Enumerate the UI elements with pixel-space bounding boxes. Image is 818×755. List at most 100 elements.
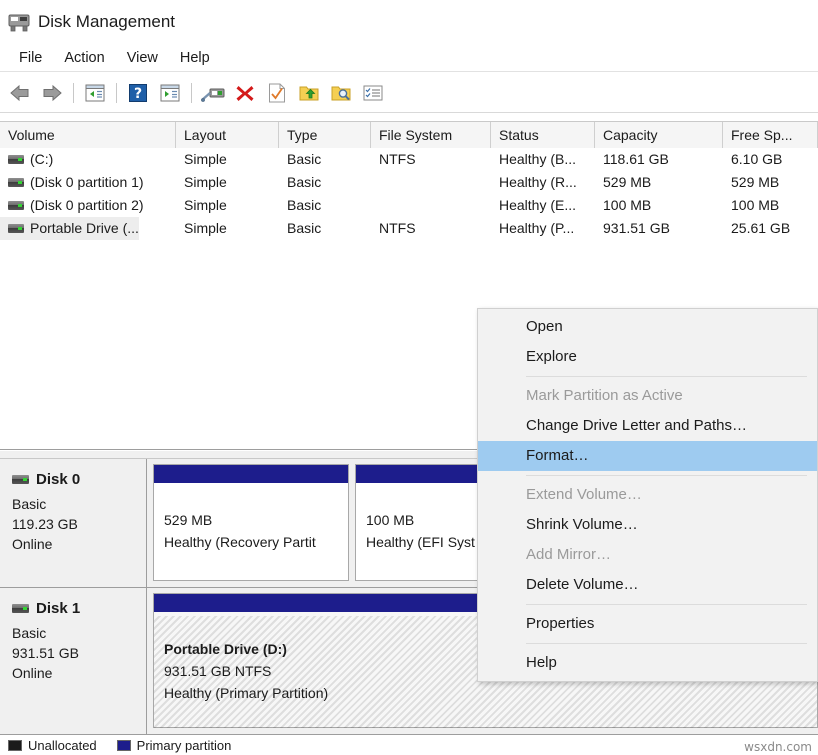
table-row[interactable]: Portable Drive (... Simple Basic NTFS Health… bbox=[0, 217, 818, 240]
column-header-status[interactable]: Status bbox=[491, 122, 595, 148]
disk-size-label: 119.23 GB bbox=[12, 516, 78, 532]
cell-free-space: 100 MB bbox=[731, 197, 780, 213]
show-hide-action-pane-icon[interactable] bbox=[155, 78, 185, 108]
menu-separator bbox=[526, 376, 807, 377]
disk-info-panel[interactable]: Disk 0 Basic 119.23 GB Online bbox=[0, 459, 147, 587]
menu-separator bbox=[526, 643, 807, 644]
cell-volume: (Disk 0 partition 2) bbox=[0, 194, 176, 217]
cell-file-system: NTFS bbox=[379, 220, 416, 236]
export-list-icon[interactable] bbox=[294, 78, 324, 108]
toolbar-separator bbox=[116, 82, 117, 103]
cell-status: Healthy (B... bbox=[499, 151, 577, 167]
cell-type: Basic bbox=[287, 174, 322, 190]
cell-layout: Simple bbox=[184, 220, 227, 236]
help-icon[interactable]: ? bbox=[123, 78, 153, 108]
column-header-volume[interactable]: Volume bbox=[0, 122, 176, 148]
cell-file-system bbox=[371, 194, 491, 217]
disk-management-window: APUALS Disk Management FileActionViewHel… bbox=[0, 0, 818, 755]
ctx-format[interactable]: Format… bbox=[478, 441, 817, 471]
ctx-add-mirror: Add Mirror… bbox=[526, 546, 612, 563]
show-hide-console-tree-icon[interactable] bbox=[80, 78, 110, 108]
cell-capacity: 118.61 GB bbox=[603, 151, 669, 167]
cell-status: Healthy (P... bbox=[499, 220, 575, 236]
list-view-icon[interactable] bbox=[358, 78, 388, 108]
partition-status: Healthy (Recovery Partit bbox=[164, 534, 316, 550]
cell-capacity: 100 MB bbox=[603, 197, 652, 213]
disk-view-legend: Unallocated Primary partition bbox=[0, 736, 818, 755]
title-bar: Disk Management bbox=[0, 0, 818, 44]
partition-block[interactable]: 529 MB Healthy (Recovery Partit bbox=[153, 464, 349, 581]
cell-type: Basic bbox=[287, 197, 322, 213]
ctx-delete-volume[interactable]: Delete Volume… bbox=[478, 570, 817, 600]
table-row[interactable]: (Disk 0 partition 2) Simple Basic Healthy (… bbox=[0, 194, 818, 217]
ctx-explore[interactable]: Explore bbox=[478, 342, 817, 372]
column-header-file-system[interactable]: File System bbox=[371, 122, 491, 148]
ctx-properties[interactable]: Properties bbox=[478, 609, 817, 639]
search-folder-icon[interactable] bbox=[326, 78, 356, 108]
disk-state-label: Online bbox=[12, 665, 53, 681]
disk-size-label: 931.51 GB bbox=[12, 645, 79, 661]
volume-list-header: Volume Layout Type File System Status Capacit… bbox=[0, 121, 818, 148]
window-title: Disk Management bbox=[38, 12, 176, 31]
cell-layout: Simple bbox=[184, 197, 227, 213]
cell-status: Healthy (E... bbox=[499, 197, 577, 213]
legend-swatch bbox=[8, 740, 22, 751]
volume-disk-icon bbox=[8, 201, 24, 210]
partition-color-bar bbox=[153, 464, 349, 483]
disk-icon bbox=[12, 475, 29, 484]
cell-type: Basic bbox=[287, 220, 322, 236]
partition-size: 529 MB bbox=[164, 512, 213, 528]
rescan-disks-icon[interactable] bbox=[198, 78, 228, 108]
menu-separator bbox=[526, 475, 807, 476]
svg-text:?: ? bbox=[134, 86, 142, 102]
ctx-open[interactable]: Open bbox=[478, 312, 817, 342]
disk-info-panel[interactable]: Disk 1 Basic 931.51 GB Online bbox=[0, 588, 147, 734]
ctx-shrink-volume[interactable]: Shrink Volume… bbox=[478, 510, 817, 540]
ctx-mark-partition-active: Mark Partition as Active bbox=[526, 387, 683, 404]
disk-name-label: Disk 0 bbox=[36, 471, 81, 488]
cell-capacity: 529 MB bbox=[603, 174, 652, 190]
cell-volume: (Disk 0 partition 1) bbox=[0, 171, 176, 194]
partition-details: 529 MB Healthy (Recovery Partit bbox=[154, 487, 348, 581]
volume-context-menu[interactable]: Open Explore Mark Partition as Active Chang… bbox=[477, 308, 818, 682]
cell-layout: Simple bbox=[184, 174, 227, 190]
site-watermark: wsxdn.com bbox=[744, 740, 812, 754]
menu-file[interactable]: File bbox=[8, 48, 53, 68]
ctx-change-drive-letter[interactable]: Change Drive Letter and Paths… bbox=[478, 411, 817, 441]
cell-status: Healthy (R... bbox=[499, 174, 577, 190]
forward-arrow-icon[interactable] bbox=[37, 78, 67, 108]
volume-name-cell: (Disk 0 partition 1) bbox=[0, 171, 144, 194]
properties-icon[interactable] bbox=[262, 78, 292, 108]
menu-action[interactable]: Action bbox=[53, 48, 115, 68]
disk-type-label: Basic bbox=[12, 496, 47, 512]
cell-file-system: NTFS bbox=[379, 151, 416, 167]
disk-type-label: Basic bbox=[12, 625, 47, 641]
column-header-type[interactable]: Type bbox=[279, 122, 371, 148]
volume-label: (Disk 0 partition 2) bbox=[30, 197, 144, 213]
column-header-capacity[interactable]: Capacity bbox=[595, 122, 723, 148]
column-header-free-sp[interactable]: Free Sp... bbox=[723, 122, 818, 148]
cell-volume: Portable Drive (... bbox=[0, 217, 176, 240]
table-row[interactable]: (C:) Simple Basic NTFS Healthy (B... 118.61 G… bbox=[0, 148, 818, 171]
ctx-extend-volume: Extend Volume… bbox=[526, 486, 642, 503]
column-header-layout[interactable]: Layout bbox=[176, 122, 279, 148]
disk-title: Disk 0 bbox=[12, 471, 146, 488]
menu-view[interactable]: View bbox=[116, 48, 169, 68]
menu-help[interactable]: Help bbox=[169, 48, 221, 68]
volume-name-cell: Portable Drive (... bbox=[0, 217, 139, 240]
volume-name-cell: (Disk 0 partition 2) bbox=[0, 194, 144, 217]
table-row[interactable]: (Disk 0 partition 1) Simple Basic Healthy (… bbox=[0, 171, 818, 194]
cell-free-space: 529 MB bbox=[731, 174, 780, 190]
volume-label: (C:) bbox=[30, 151, 54, 167]
delete-icon[interactable] bbox=[230, 78, 260, 108]
disk-title: Disk 1 bbox=[12, 600, 146, 617]
cell-capacity: 931.51 GB bbox=[603, 220, 670, 236]
cell-free-space: 6.10 GB bbox=[731, 151, 783, 167]
back-arrow-icon[interactable] bbox=[5, 78, 35, 108]
volume-disk-icon bbox=[8, 224, 24, 233]
menu-separator bbox=[526, 604, 807, 605]
disk-icon bbox=[12, 604, 29, 613]
volume-label: (Disk 0 partition 1) bbox=[30, 174, 144, 190]
disk-state-label: Online bbox=[12, 536, 53, 552]
ctx-help[interactable]: Help bbox=[478, 648, 817, 678]
